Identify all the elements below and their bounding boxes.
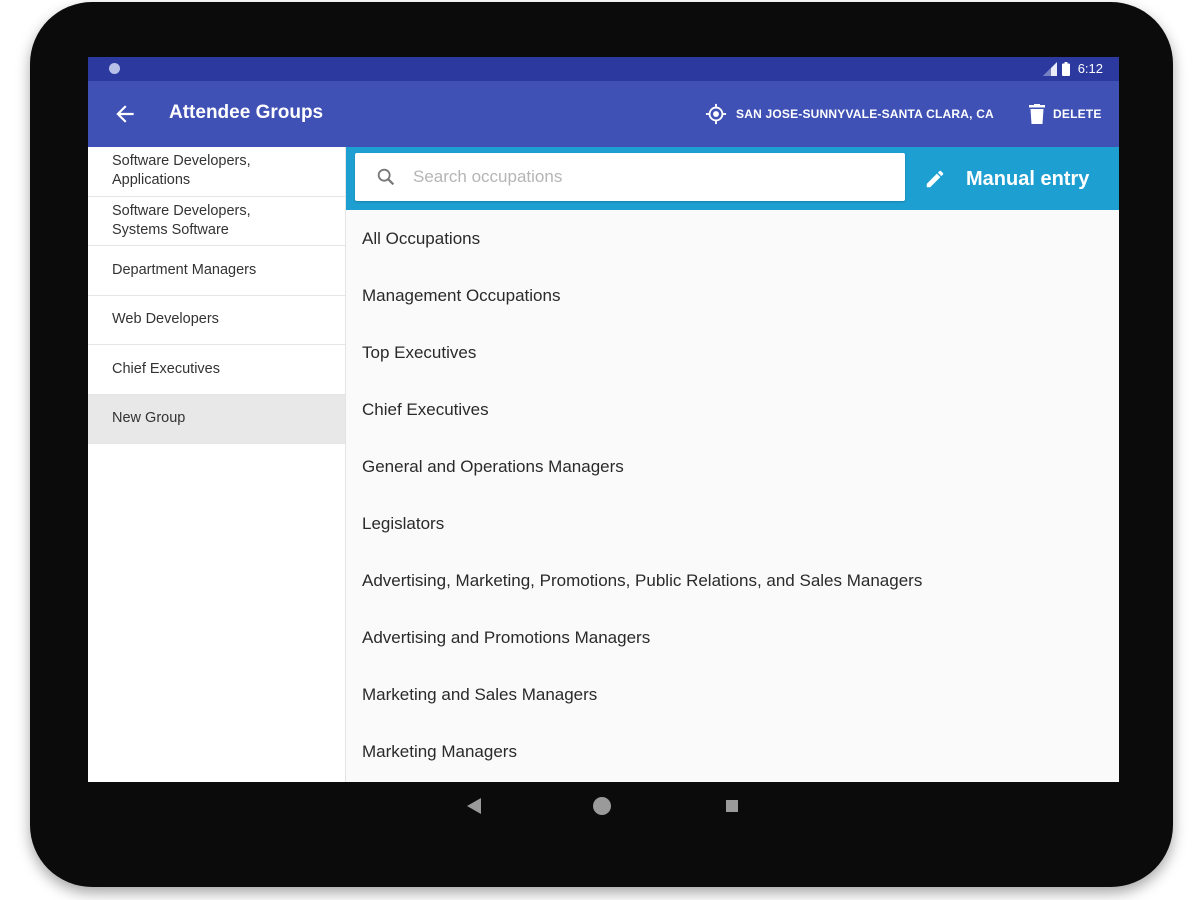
screen: 6:12 Attendee Groups SAN JOSE-SUNNYVALE-…: [88, 57, 1119, 782]
pencil-icon: [926, 170, 944, 188]
manual-entry-label: Manual entry: [966, 167, 1090, 190]
occupation-item[interactable]: Top Executives: [346, 324, 1119, 381]
nav-recent-icon[interactable]: [726, 800, 738, 812]
search-input[interactable]: [411, 166, 885, 188]
group-item[interactable]: Software Developers, Applications: [88, 147, 345, 197]
battery-icon: [1061, 61, 1070, 76]
group-item[interactable]: Software Developers, Systems Software: [88, 197, 345, 246]
occupation-item[interactable]: All Occupations: [346, 210, 1119, 267]
occupation-item[interactable]: Chief Executives: [346, 381, 1119, 438]
group-item[interactable]: Web Developers: [88, 296, 345, 345]
group-list: Software Developers, Applications Softwa…: [88, 147, 346, 782]
back-arrow-icon[interactable]: [112, 101, 138, 127]
group-item-label: Software Developers, Systems Software: [112, 202, 251, 238]
nav-home-icon[interactable]: [592, 796, 612, 816]
manual-entry-button[interactable]: Manual entry: [924, 159, 1089, 199]
search-toolbar: Manual entry: [346, 147, 1119, 210]
search-box[interactable]: [355, 153, 905, 201]
occupation-item[interactable]: Advertising and Promotions Managers: [346, 609, 1119, 666]
signal-icon: [1042, 61, 1057, 76]
group-item-label: Department Managers: [112, 261, 257, 278]
occupation-item[interactable]: Marketing Managers: [346, 723, 1119, 780]
occupation-item[interactable]: Marketing and Sales Managers: [346, 666, 1119, 723]
status-bar: 6:12: [88, 57, 1119, 81]
group-item-selected[interactable]: New Group: [88, 394, 345, 444]
group-item[interactable]: Chief Executives: [88, 345, 345, 395]
delete-button[interactable]: DELETE: [1029, 101, 1102, 127]
occupation-item[interactable]: Management Occupations: [346, 267, 1119, 324]
location-label: SAN JOSE-SUNNYVALE-SANTA CLARA, CA: [736, 107, 994, 121]
status-time: 6:12: [1077, 61, 1103, 76]
group-item[interactable]: Department Managers: [88, 246, 345, 296]
search-icon: [377, 168, 395, 186]
group-item-label: Web Developers: [112, 311, 219, 328]
occupation-item[interactable]: General and Operations Managers: [346, 438, 1119, 495]
group-item-label: Chief Executives: [112, 360, 220, 377]
occupation-item[interactable]: Advertising, Marketing, Promotions, Publ…: [346, 552, 1119, 609]
page-title: Attendee Groups: [169, 102, 324, 123]
group-item-label: New Group: [112, 410, 186, 427]
delete-label: DELETE: [1053, 107, 1102, 121]
occupation-item[interactable]: Legislators: [346, 495, 1119, 552]
occupation-list: All Occupations Management Occupations T…: [346, 210, 1119, 782]
location-button[interactable]: SAN JOSE-SUNNYVALE-SANTA CLARA, CA: [705, 101, 994, 127]
status-icons: 6:12: [1042, 61, 1103, 76]
location-target-icon: [705, 103, 727, 125]
trash-icon: [1029, 104, 1045, 124]
notification-icon: [109, 63, 120, 74]
nav-back-icon[interactable]: [467, 798, 481, 814]
app-bar: Attendee Groups SAN JOSE-SUNNYVALE-SANTA…: [88, 81, 1119, 147]
group-item-label: Software Developers, Applications: [112, 153, 251, 189]
